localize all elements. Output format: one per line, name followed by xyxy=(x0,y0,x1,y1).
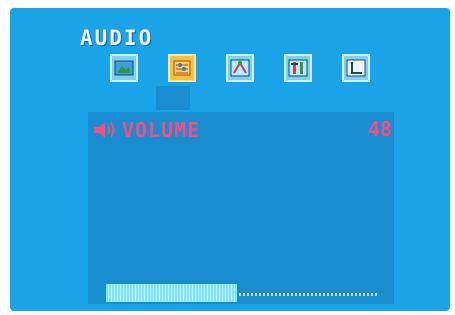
volume-slider-fill xyxy=(106,284,237,302)
menu-tabs xyxy=(110,54,370,82)
tab-audio[interactable] xyxy=(168,54,196,82)
volume-label: VOLUME xyxy=(122,118,201,142)
setup-icon xyxy=(230,59,250,77)
volume-row[interactable]: VOLUME 48 xyxy=(92,117,392,143)
tab-clock[interactable] xyxy=(342,54,370,82)
menu-title: AUDIO xyxy=(80,26,154,50)
tools-icon xyxy=(288,59,308,77)
volume-value: 48 xyxy=(367,117,392,141)
tab-setup[interactable] xyxy=(226,54,254,82)
volume-slider-track xyxy=(239,293,378,296)
clock-icon xyxy=(346,59,366,77)
tab-tools[interactable] xyxy=(284,54,312,82)
tab-picture[interactable] xyxy=(110,54,138,82)
volume-slider[interactable] xyxy=(106,284,378,302)
active-tab-indicator xyxy=(156,86,190,110)
speaker-icon xyxy=(94,122,115,138)
audio-icon xyxy=(173,60,191,76)
picture-icon xyxy=(114,60,134,76)
